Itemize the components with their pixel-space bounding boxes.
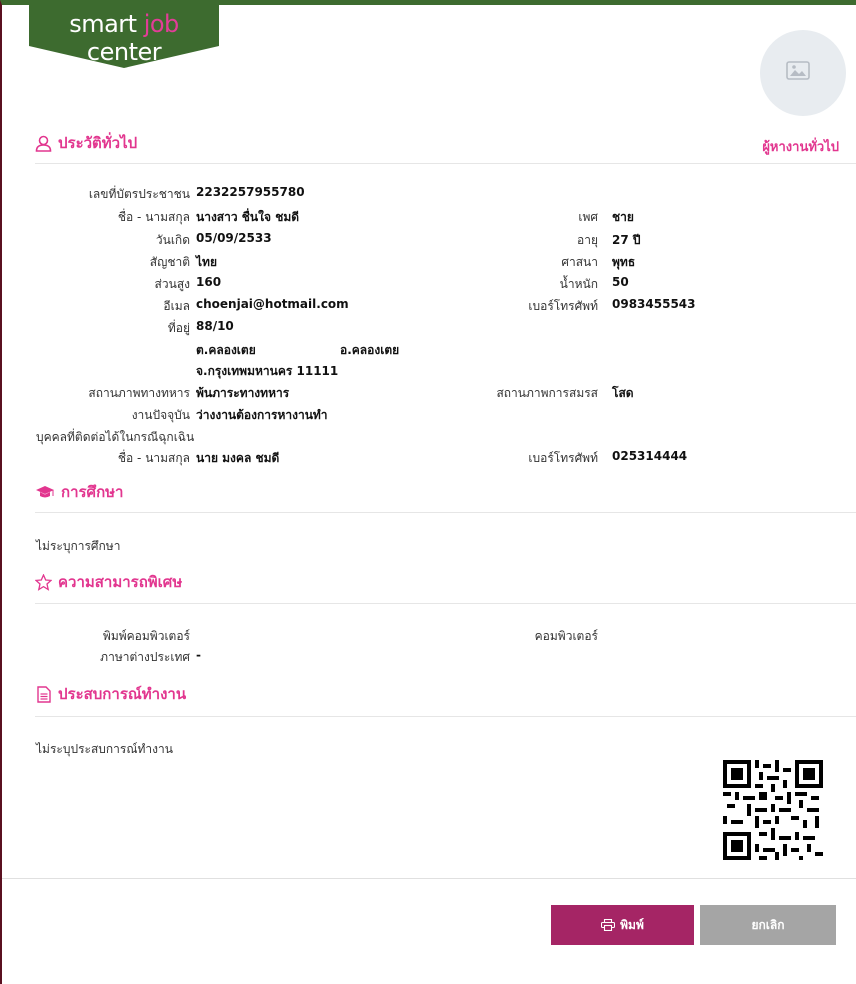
gender-label: เพศ — [578, 210, 598, 224]
id-label: เลขที่บัตรประชาชน — [88, 187, 190, 201]
divider — [35, 716, 856, 717]
name-value: นางสาว ชื่นใจ ชมดี — [196, 210, 300, 224]
section-title-education: การศึกษา — [35, 480, 123, 504]
applicant-type-label: ผู้หางานทั่วไป — [762, 140, 839, 155]
print-button[interactable]: พิมพ์ — [551, 905, 694, 945]
printer-icon — [601, 919, 616, 931]
star-icon — [35, 573, 52, 591]
divider — [35, 603, 856, 604]
emergency-phone-label: เบอร์โทรศัพท์ — [528, 451, 598, 465]
address-district: อ.คลองเตย — [340, 343, 400, 357]
birth-value: 05/09/2533 — [196, 231, 272, 245]
computer-label: คอมพิวเตอร์ — [534, 629, 598, 643]
education-empty-text: ไม่ระบุการศึกษา — [36, 539, 121, 553]
user-icon — [35, 135, 52, 152]
brand-logo: smart job center — [29, 0, 219, 70]
gender-value: ชาย — [612, 210, 634, 224]
divider — [35, 163, 856, 164]
section-title-general: ประวัติทั่วไป — [35, 131, 137, 155]
cancel-button-label: ยกเลิก — [751, 917, 785, 932]
weight-label: น้ำหนัก — [559, 277, 598, 291]
address-label: ที่อยู่ — [167, 321, 190, 335]
emergency-name-label: ชื่อ - นามสกุล — [117, 451, 190, 465]
divider — [35, 512, 856, 513]
qr-code — [723, 760, 823, 860]
brand-logo-text: smart job center — [69, 10, 179, 66]
address-province: จ.กรุงเทพมหานคร 11111 — [196, 364, 339, 378]
print-button-label: พิมพ์ — [620, 917, 644, 932]
military-value: พ้นภาระทางทหาร — [196, 386, 290, 400]
nationality-label: สัญชาติ — [149, 255, 190, 269]
emergency-phone-value: 025314444 — [612, 449, 688, 463]
cancel-button[interactable]: ยกเลิก — [700, 905, 836, 945]
emergency-name-value: นาย มงคล ชมดี — [196, 451, 280, 465]
military-label: สถานภาพทางทหาร — [88, 386, 190, 400]
section-title-skills: ความสามารถพิเศษ — [35, 570, 182, 594]
marital-label: สถานภาพการสมรส — [496, 386, 598, 400]
section-title-experience: ประสบการณ์ทำงาน — [35, 682, 186, 706]
religion-value: พุทธ — [612, 255, 636, 269]
marital-value: โสด — [612, 386, 634, 400]
height-value: 160 — [196, 275, 222, 289]
age-label: อายุ — [577, 233, 598, 247]
age-value: 27 ปี — [612, 233, 641, 247]
email-label: อีเมล — [163, 299, 190, 313]
document-icon — [37, 685, 51, 703]
footer-divider — [2, 878, 856, 879]
current-job-label: งานปัจจุบัน — [131, 408, 190, 422]
graduation-cap-icon — [36, 485, 54, 497]
phone-value: 0983455543 — [612, 297, 696, 311]
height-label: ส่วนสูง — [154, 277, 190, 291]
email-value: choenjai@hotmail.com — [196, 297, 349, 311]
name-label: ชื่อ - นามสกุล — [117, 210, 190, 224]
phone-label: เบอร์โทรศัพท์ — [528, 299, 598, 313]
birth-label: วันเกิด — [155, 233, 190, 247]
language-value: - — [196, 648, 201, 662]
emergency-contact-label: บุคคลที่ติดต่อได้ในกรณีฉุกเฉิน — [36, 430, 195, 444]
id-value: 2232257955780 — [196, 185, 305, 199]
address-line1: 88/10 — [196, 319, 234, 333]
language-label: ภาษาต่างประเทศ — [100, 650, 190, 664]
religion-label: ศาสนา — [561, 255, 598, 269]
current-job-value: ว่างงานต้องการหางานทำ — [196, 408, 328, 422]
address-subdistrict: ต.คลองเตย — [196, 343, 256, 357]
nationality-value: ไทย — [196, 255, 217, 269]
image-placeholder-icon — [786, 61, 810, 80]
experience-empty-text: ไม่ระบุประสบการณ์ทำงาน — [36, 742, 173, 756]
typing-label: พิมพ์คอมพิวเตอร์ — [102, 629, 190, 643]
weight-value: 50 — [612, 275, 629, 289]
